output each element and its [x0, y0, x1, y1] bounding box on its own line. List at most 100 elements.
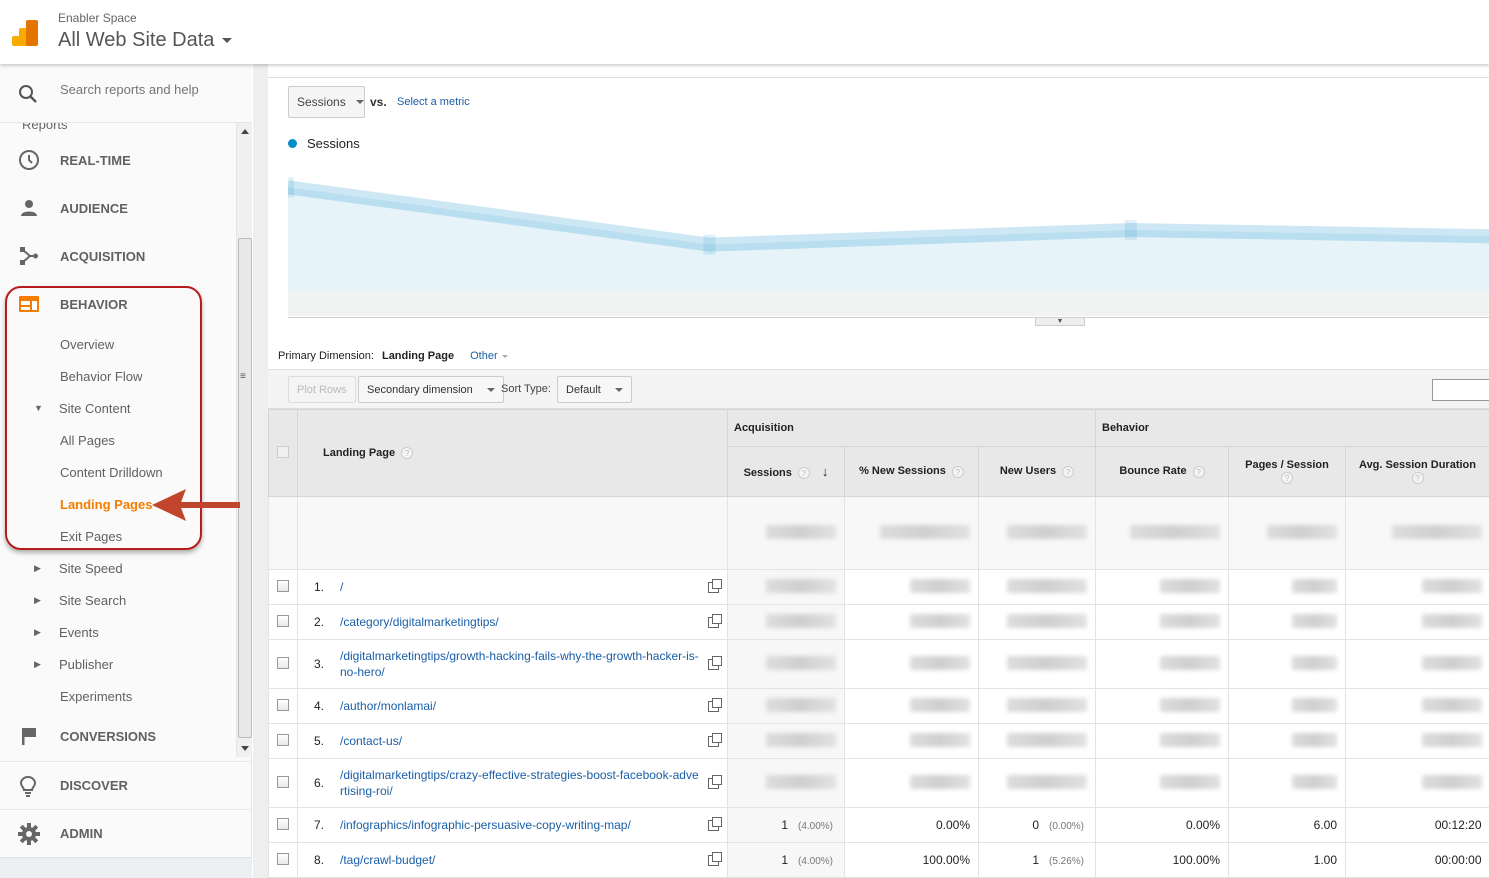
row-checkbox[interactable] — [277, 698, 289, 711]
analytics-logo-icon[interactable] — [12, 20, 38, 46]
primary-dimension-current[interactable]: Landing Page — [382, 350, 454, 362]
open-external-icon[interactable] — [708, 732, 722, 747]
col-new-sessions-pct[interactable]: % New Sessions? — [844, 446, 979, 497]
col-new-users[interactable]: New Users? — [978, 446, 1096, 497]
plot-rows-button[interactable]: Plot Rows — [288, 376, 356, 403]
nav-experiments[interactable]: Experiments — [0, 680, 236, 712]
chevron-down-icon — [486, 387, 495, 392]
total-new-users — [978, 496, 1096, 570]
scroll-up-arrow-icon[interactable] — [241, 129, 249, 134]
open-external-icon[interactable] — [708, 816, 722, 831]
chart-collapse-toggle[interactable]: ▼ — [1035, 317, 1085, 326]
nav-discover[interactable]: DISCOVER — [0, 761, 252, 809]
reports-label: Reports — [22, 123, 68, 132]
nav-real-time[interactable]: REAL-TIME — [0, 136, 236, 184]
row-number: 6. — [314, 776, 325, 790]
open-external-icon[interactable] — [708, 578, 722, 593]
open-external-icon[interactable] — [708, 697, 722, 712]
landing-page-link[interactable]: /digitalmarketingtips/crazy-effective-st… — [340, 767, 702, 799]
table-filter-input[interactable] — [1432, 379, 1489, 401]
landing-page-cell: 3. /digitalmarketingtips/growth-hacking-f… — [297, 639, 728, 689]
nav-site-search[interactable]: ▶ Site Search — [0, 584, 236, 616]
sort-desc-arrow-icon[interactable]: ↓ — [822, 464, 829, 479]
landing-page-link[interactable]: /author/monlamai/ — [340, 698, 702, 714]
nav-behavior[interactable]: BEHAVIOR — [0, 280, 236, 328]
sessions-point[interactable] — [288, 177, 294, 198]
row-checkbox[interactable] — [277, 579, 289, 592]
landing-page-link[interactable]: /infographics/infographic-persuasive-cop… — [340, 817, 702, 833]
chevron-down-icon — [222, 38, 233, 43]
sessions-cell — [727, 758, 845, 808]
new-users-cell — [978, 688, 1096, 724]
row-checkbox[interactable] — [277, 817, 289, 830]
nav-all-pages[interactable]: All Pages — [0, 424, 236, 456]
landing-page-cell: 1. / — [297, 569, 728, 605]
help-icon[interactable]: ? — [1411, 471, 1424, 484]
sessions-cell: 1 (4.00%) — [727, 842, 845, 878]
col-bounce-rate[interactable]: Bounce Rate? — [1095, 446, 1229, 497]
landing-page-link[interactable]: /digitalmarketingtips/growth-hacking-fai… — [340, 648, 702, 680]
nav-acquisition[interactable]: ACQUISITION — [0, 232, 236, 280]
open-external-icon[interactable] — [708, 774, 722, 789]
help-icon[interactable]: ? — [951, 465, 964, 478]
help-icon[interactable]: ? — [797, 467, 810, 480]
help-icon[interactable]: ? — [1062, 465, 1075, 478]
help-icon[interactable]: ? — [1192, 465, 1205, 478]
scroll-down-arrow-icon[interactable] — [241, 746, 249, 751]
nav-site-speed[interactable]: ▶ Site Speed — [0, 552, 236, 584]
nav-site-content[interactable]: ▼ Site Content — [0, 392, 236, 424]
new-sessions-pct-cell — [844, 688, 979, 724]
nav-publisher[interactable]: ▶ Publisher — [0, 648, 236, 680]
blurred-value — [1007, 732, 1087, 747]
row-checkbox[interactable] — [277, 733, 289, 746]
col-avg-duration[interactable]: Avg. Session Duration? — [1344, 446, 1489, 497]
help-icon[interactable]: ? — [1281, 471, 1293, 484]
other-dimension-dropdown[interactable]: Other — [470, 350, 508, 362]
sessions-cell — [727, 604, 845, 640]
chevron-down-icon — [614, 387, 623, 392]
col-landing-page[interactable]: Landing Page? — [297, 409, 728, 497]
search-input[interactable] — [60, 82, 230, 97]
nav-events[interactable]: ▶ Events — [0, 616, 236, 648]
landing-page-link[interactable]: /contact-us/ — [340, 733, 702, 749]
sidebar-scrollbar[interactable]: ≡ — [236, 123, 252, 757]
open-external-icon[interactable] — [708, 613, 722, 628]
grip-icon: ≡ — [240, 371, 246, 382]
col-sessions[interactable]: Sessions? ↓ — [727, 446, 845, 497]
secondary-dimension-dropdown[interactable]: Secondary dimension — [358, 376, 504, 403]
primary-dimension-bar: Primary Dimension: Landing Page Other — [278, 350, 508, 362]
row-number: 5. — [314, 734, 325, 748]
new-users-cell — [978, 758, 1096, 808]
metric-select[interactable]: Sessions — [288, 86, 365, 118]
open-external-icon[interactable] — [708, 851, 722, 866]
blurred-value — [1421, 697, 1482, 712]
property-selector[interactable]: All Web Site Data — [58, 29, 233, 52]
select-all-checkbox[interactable] — [277, 445, 289, 458]
nav-conversions[interactable]: CONVERSIONS — [0, 712, 236, 757]
new-users-cell: 0 (0.00%) — [978, 807, 1096, 843]
sessions-point[interactable] — [703, 234, 716, 255]
landing-page-link[interactable]: / — [340, 579, 702, 595]
col-pages-session[interactable]: Pages / Session? — [1228, 446, 1346, 497]
nav-admin[interactable]: ADMIN — [0, 809, 252, 857]
blurred-value — [1292, 732, 1337, 747]
sessions-chart[interactable] — [288, 159, 1489, 324]
nav-overview[interactable]: Overview — [0, 328, 236, 360]
row-checkbox[interactable] — [277, 775, 289, 788]
nav-behavior-flow[interactable]: Behavior Flow — [0, 360, 236, 392]
row-checkbox[interactable] — [277, 614, 289, 627]
nav-content-drilldown[interactable]: Content Drilldown — [0, 456, 236, 488]
row-checkbox[interactable] — [277, 852, 289, 865]
landing-page-link[interactable]: /tag/crawl-budget/ — [340, 852, 702, 868]
row-checkbox[interactable] — [277, 656, 289, 669]
sort-type-dropdown[interactable]: Default — [557, 376, 632, 403]
nav-audience[interactable]: AUDIENCE — [0, 184, 236, 232]
landing-page-link[interactable]: /category/digitalmarketingtips/ — [340, 614, 702, 630]
open-external-icon[interactable] — [708, 655, 722, 670]
lightbulb-icon — [18, 775, 38, 802]
app-header: Enabler Space All Web Site Data — [0, 0, 1489, 64]
row-number: 4. — [314, 699, 325, 713]
help-icon[interactable]: ? — [401, 447, 414, 460]
select-metric-link[interactable]: Select a metric — [397, 96, 470, 108]
sessions-point[interactable] — [1124, 220, 1137, 240]
